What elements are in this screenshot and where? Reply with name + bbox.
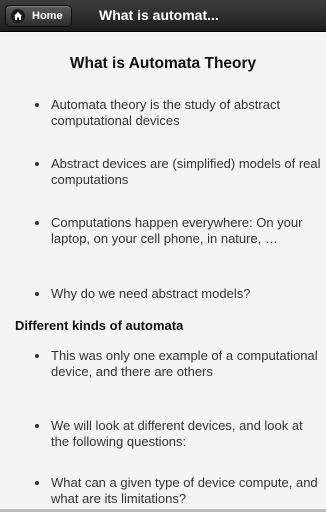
- bullet-dot: [35, 103, 39, 107]
- list-item-text: Abstract devices are (simplified) models…: [51, 156, 321, 187]
- list-item-text: Automata theory is the study of abstract…: [51, 97, 281, 128]
- home-button-label: Home: [32, 10, 63, 22]
- list-item-text: This was only one example of a computati…: [51, 348, 318, 379]
- list-item: What can a given type of device compute,…: [35, 475, 321, 507]
- list-item: Abstract devices are (simplified) models…: [35, 156, 321, 188]
- bullet-dot: [35, 162, 39, 166]
- list-item-text: Computations happen everywhere: On your …: [51, 215, 303, 246]
- bullet-dot: [35, 292, 39, 296]
- list-item-text: Why do we need abstract models?: [51, 286, 251, 301]
- bullet-dot: [35, 354, 39, 358]
- list-item: Computations happen everywhere: On your …: [35, 215, 321, 247]
- bullet-dot: [35, 221, 39, 225]
- home-icon: [11, 9, 25, 23]
- article-content: What is Automata Theory Automata theory …: [0, 33, 326, 512]
- list-item: Automata theory is the study of abstract…: [35, 97, 321, 129]
- top-toolbar: Home What is automat...: [0, 0, 326, 32]
- list-item-text: What can a given type of device compute,…: [51, 475, 318, 506]
- home-button[interactable]: Home: [5, 5, 72, 27]
- article-heading: What is Automata Theory: [69, 55, 257, 72]
- list-item: This was only one example of a computati…: [35, 348, 321, 380]
- list-item: We will look at different devices, and l…: [35, 418, 321, 450]
- bullet-dot: [35, 424, 39, 428]
- list-item: Why do we need abstract models?: [35, 286, 321, 302]
- list-item-text: We will look at different devices, and l…: [51, 418, 303, 449]
- page-title: What is automat...: [99, 7, 219, 23]
- bullet-dot: [35, 481, 39, 485]
- section-subheading: Different kinds of automata: [15, 318, 184, 333]
